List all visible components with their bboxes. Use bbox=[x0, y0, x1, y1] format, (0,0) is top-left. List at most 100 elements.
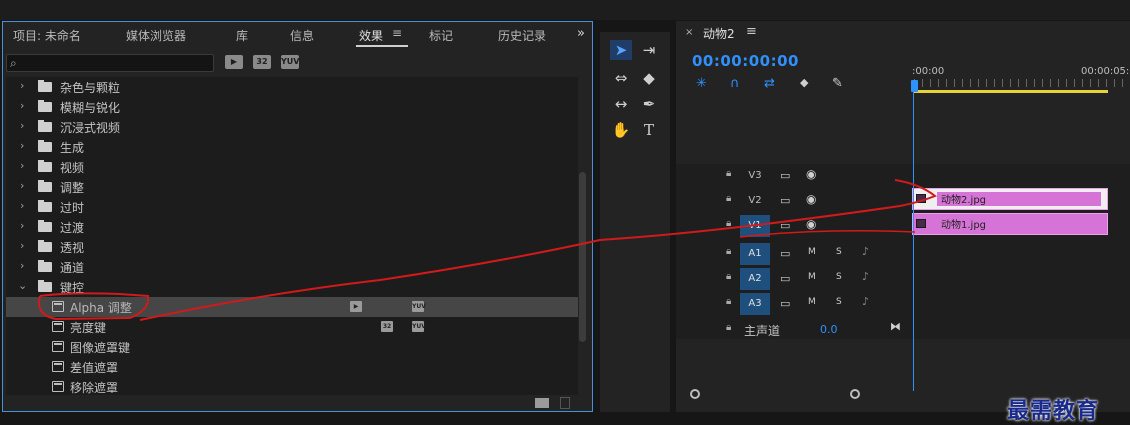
mute-button[interactable]: M bbox=[808, 272, 816, 282]
microphone-icon[interactable]: ♪ bbox=[862, 245, 869, 258]
yuv-filter-icon[interactable]: YUV bbox=[281, 55, 299, 69]
sync-lock-icon[interactable]: ▭ bbox=[780, 297, 790, 310]
lock-icon[interactable]: 🔒︎ bbox=[726, 296, 731, 307]
tab-effects[interactable]: 效果 bbox=[359, 27, 383, 44]
time-ruler[interactable] bbox=[914, 79, 1130, 87]
chevron-right-icon[interactable]: › bbox=[20, 199, 24, 212]
wrench-icon[interactable]: ✎ bbox=[832, 76, 843, 91]
effect-row[interactable]: 图像遮罩键 bbox=[6, 337, 578, 357]
lock-icon[interactable]: 🔒︎ bbox=[726, 168, 731, 179]
track-target-a1[interactable]: A1 bbox=[740, 243, 770, 265]
chevron-right-icon[interactable]: › bbox=[20, 159, 24, 172]
lock-icon[interactable]: 🔒︎ bbox=[726, 271, 731, 282]
effect-row[interactable]: 移除遮罩 bbox=[6, 377, 578, 395]
folder-row[interactable]: › 视频 bbox=[6, 157, 578, 177]
linked-selection-icon[interactable]: ⇄ bbox=[764, 76, 775, 91]
work-area-bar[interactable] bbox=[914, 90, 1108, 93]
track-target-a2[interactable]: A2 bbox=[740, 268, 770, 290]
folder-row-expanded[interactable]: ⌄ 键控 bbox=[6, 277, 578, 297]
sequence-tab[interactable]: 动物2 bbox=[703, 25, 735, 42]
playhead-timecode[interactable]: 00:00:00:00 bbox=[692, 52, 799, 70]
new-bin-icon[interactable] bbox=[535, 398, 549, 408]
close-icon[interactable]: × bbox=[685, 27, 693, 38]
tab-media-browser[interactable]: 媒体浏览器 bbox=[126, 27, 186, 44]
pen-tool-icon[interactable]: ✒ bbox=[638, 94, 660, 114]
type-tool-icon[interactable]: T bbox=[638, 120, 660, 140]
chevron-right-icon[interactable]: › bbox=[20, 99, 24, 112]
playhead-line[interactable] bbox=[913, 91, 914, 391]
eye-icon[interactable]: ◉ bbox=[806, 217, 816, 231]
mute-button[interactable]: M bbox=[808, 247, 816, 257]
lock-icon[interactable]: 🔒︎ bbox=[726, 218, 731, 229]
sync-lock-icon[interactable]: ▭ bbox=[780, 247, 790, 260]
track-target-v2[interactable]: V2 bbox=[740, 190, 770, 212]
solo-button[interactable]: S bbox=[836, 247, 842, 257]
sync-lock-icon[interactable]: ▭ bbox=[780, 169, 790, 182]
lock-icon[interactable]: 🔒︎ bbox=[726, 322, 731, 333]
chevron-right-icon[interactable]: › bbox=[20, 79, 24, 92]
nest-icon[interactable]: ✳ bbox=[696, 76, 707, 91]
sync-lock-icon[interactable]: ▭ bbox=[780, 219, 790, 232]
mute-button[interactable]: M bbox=[808, 297, 816, 307]
clip-v2[interactable]: 动物2.jpg bbox=[912, 188, 1108, 210]
slip-tool-icon[interactable]: ↔ bbox=[610, 94, 632, 114]
chevron-right-icon[interactable]: › bbox=[20, 119, 24, 132]
effect-row[interactable]: 差值遮罩 bbox=[6, 357, 578, 377]
selection-tool-icon[interactable]: ➤ bbox=[610, 40, 632, 60]
more-tabs-icon[interactable]: » bbox=[577, 26, 585, 41]
chevron-right-icon[interactable]: › bbox=[20, 239, 24, 252]
sync-lock-icon[interactable]: ▭ bbox=[780, 272, 790, 285]
chevron-down-icon[interactable]: ⌄ bbox=[18, 279, 27, 292]
lock-icon[interactable]: 🔒︎ bbox=[726, 193, 731, 204]
master-volume-value[interactable]: 0.0 bbox=[820, 323, 838, 336]
track-select-tool-icon[interactable]: ⇥ bbox=[638, 40, 660, 60]
folder-row[interactable]: › 调整 bbox=[6, 177, 578, 197]
effects-scrollbar[interactable] bbox=[579, 172, 586, 342]
snap-icon[interactable]: ∩ bbox=[730, 76, 740, 91]
32bit-filter-icon[interactable]: 32 bbox=[253, 55, 271, 69]
microphone-icon[interactable]: ♪ bbox=[862, 295, 869, 308]
tab-markers[interactable]: 标记 bbox=[429, 27, 453, 44]
lock-icon[interactable]: 🔒︎ bbox=[726, 246, 731, 257]
sync-lock-icon[interactable]: ▭ bbox=[780, 194, 790, 207]
solo-button[interactable]: S bbox=[836, 297, 842, 307]
trash-icon[interactable] bbox=[560, 397, 570, 409]
eye-icon[interactable]: ◉ bbox=[806, 167, 816, 181]
razor-tool-icon[interactable]: ◆ bbox=[638, 68, 660, 88]
hand-tool-icon[interactable]: ✋ bbox=[610, 120, 632, 140]
eye-icon[interactable]: ◉ bbox=[806, 192, 816, 206]
folder-row[interactable]: › 透视 bbox=[6, 237, 578, 257]
track-target-v1[interactable]: V1 bbox=[740, 215, 770, 237]
tab-info[interactable]: 信息 bbox=[290, 27, 314, 44]
timeline-zoom-scrollbar[interactable] bbox=[690, 389, 880, 399]
clip-v1[interactable]: 动物1.jpg bbox=[912, 213, 1108, 235]
folder-row[interactable]: › 过渡 bbox=[6, 217, 578, 237]
chevron-right-icon[interactable]: › bbox=[20, 259, 24, 272]
chevron-right-icon[interactable]: › bbox=[20, 219, 24, 232]
effect-row-selected[interactable]: Alpha 调整 ▶ YUV bbox=[6, 297, 578, 317]
solo-button[interactable]: S bbox=[836, 272, 842, 282]
add-marker-icon[interactable]: ◆ bbox=[800, 76, 808, 89]
accelerated-effects-filter-icon[interactable]: ▶ bbox=[225, 55, 243, 69]
effects-menu-icon[interactable]: ≡ bbox=[392, 26, 402, 40]
chevron-right-icon[interactable]: › bbox=[20, 139, 24, 152]
folder-row[interactable]: › 沉浸式视频 bbox=[6, 117, 578, 137]
folder-row[interactable]: › 过时 bbox=[6, 197, 578, 217]
ripple-edit-tool-icon[interactable]: ⇔ bbox=[610, 68, 632, 88]
folder-row[interactable]: › 杂色与颗粒 bbox=[6, 77, 578, 97]
folder-row[interactable]: › 生成 bbox=[6, 137, 578, 157]
tab-library[interactable]: 库 bbox=[236, 27, 248, 44]
folder-row[interactable]: › 模糊与锐化 bbox=[6, 97, 578, 117]
timeline-menu-icon[interactable]: ≡ bbox=[746, 24, 757, 39]
scroll-handle-left[interactable] bbox=[690, 389, 700, 399]
track-target-a3[interactable]: A3 bbox=[740, 293, 770, 315]
scroll-handle-right[interactable] bbox=[850, 389, 860, 399]
effects-search-input[interactable]: ⌕ bbox=[6, 54, 214, 72]
effect-row[interactable]: 亮度键 32 YUV bbox=[6, 317, 578, 337]
folder-row[interactable]: › 通道 bbox=[6, 257, 578, 277]
go-to-end-icon[interactable]: ⧓ bbox=[890, 320, 901, 333]
microphone-icon[interactable]: ♪ bbox=[862, 270, 869, 283]
chevron-right-icon[interactable]: › bbox=[20, 179, 24, 192]
tab-history[interactable]: 历史记录 bbox=[498, 27, 546, 44]
track-target-v3[interactable]: V3 bbox=[740, 165, 770, 187]
